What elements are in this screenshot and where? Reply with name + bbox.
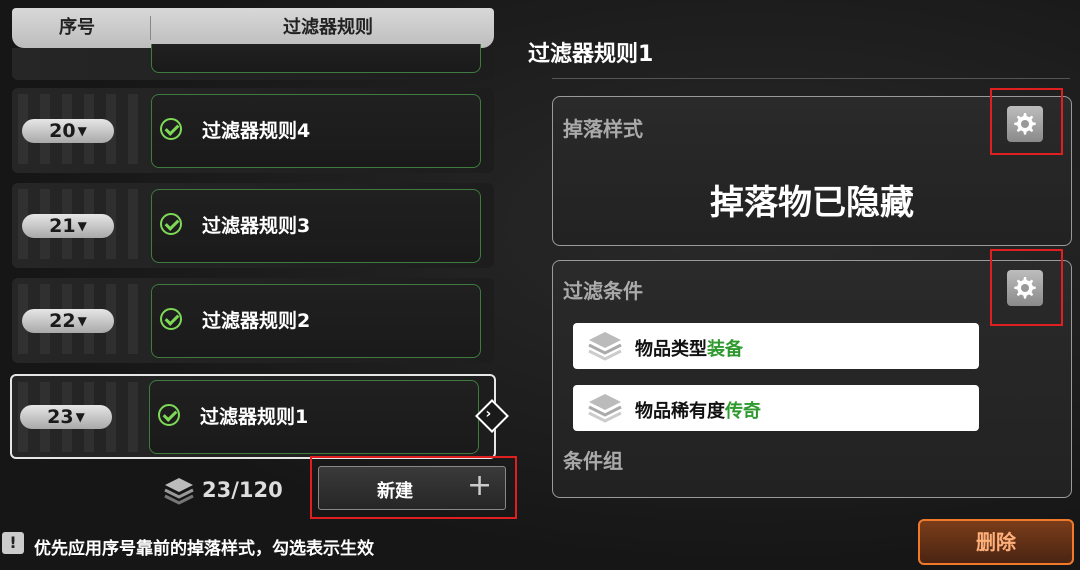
rule-name: 过滤器规则3 <box>202 215 311 237</box>
order-dropdown[interactable]: 23 ▼ <box>20 405 112 429</box>
check-circle-icon[interactable] <box>158 404 180 426</box>
list-item[interactable]: 20 ▼ 过滤器规则4 <box>12 88 494 173</box>
condition-label: 物品类型 <box>635 339 707 360</box>
filter-label: 过滤条件 <box>563 279 643 303</box>
drop-style-label: 掉落样式 <box>563 117 643 141</box>
check-circle-icon[interactable] <box>160 308 182 330</box>
hint-text: 优先应用序号靠前的掉落样式，勾选表示生效 <box>34 539 374 559</box>
condition-value: 传奇 <box>725 401 761 422</box>
condition-group-label: 条件组 <box>563 449 623 473</box>
rule-card[interactable] <box>151 189 481 263</box>
triangle-down-icon: ▼ <box>77 124 87 138</box>
title-divider <box>552 78 1070 79</box>
header-index: 序号 <box>59 17 95 38</box>
check-circle-icon[interactable] <box>160 118 182 140</box>
count-text: 23/120 <box>202 478 283 502</box>
check-circle-icon[interactable] <box>160 213 182 235</box>
delete-button[interactable]: 删除 <box>918 519 1074 565</box>
order-dropdown[interactable]: 21 ▼ <box>22 214 114 238</box>
layers-icon <box>588 394 622 423</box>
triangle-down-icon: ▼ <box>77 314 87 328</box>
rule-card[interactable] <box>151 284 481 358</box>
rule-name: 过滤器规则2 <box>202 310 311 332</box>
rule-name: 过滤器规则4 <box>202 120 311 142</box>
condition-item[interactable]: 物品稀有度传奇 <box>573 385 979 431</box>
exclamation-icon: ! <box>2 532 24 554</box>
highlight-box <box>990 249 1063 326</box>
page-title: 过滤器规则1 <box>528 42 654 67</box>
order-dropdown[interactable]: 22 ▼ <box>22 309 114 333</box>
list-item[interactable]: 22 ▼ 过滤器规则2 <box>12 278 494 363</box>
rule-card-partial <box>151 44 481 73</box>
layers-icon <box>588 332 622 361</box>
rule-card[interactable] <box>149 380 479 454</box>
condition-value: 装备 <box>707 339 743 360</box>
list-item-partial <box>12 44 494 80</box>
order-number: 21 <box>49 215 76 237</box>
triangle-down-icon: ▼ <box>75 410 85 424</box>
rule-card[interactable] <box>151 94 481 168</box>
highlight-box <box>990 88 1063 155</box>
header-rule: 过滤器规则 <box>283 17 373 38</box>
highlight-box <box>310 456 517 519</box>
triangle-down-icon: ▼ <box>77 219 87 233</box>
condition-item[interactable]: 物品类型装备 <box>573 323 979 369</box>
list-item[interactable]: 21 ▼ 过滤器规则3 <box>12 183 494 268</box>
drop-style-value: 掉落物已隐藏 <box>710 183 914 223</box>
order-number: 23 <box>47 406 74 428</box>
order-number: 22 <box>49 310 76 332</box>
header-separator <box>150 16 151 40</box>
layers-icon <box>164 478 194 505</box>
rule-name: 过滤器规则1 <box>200 406 309 428</box>
order-dropdown[interactable]: 20 ▼ <box>22 119 114 143</box>
list-item-selected[interactable]: 23 ▼ 过滤器规则1 <box>10 374 496 459</box>
condition-label: 物品稀有度 <box>635 401 725 422</box>
list-header: 序号 过滤器规则 <box>12 8 494 48</box>
order-number: 20 <box>49 120 76 142</box>
